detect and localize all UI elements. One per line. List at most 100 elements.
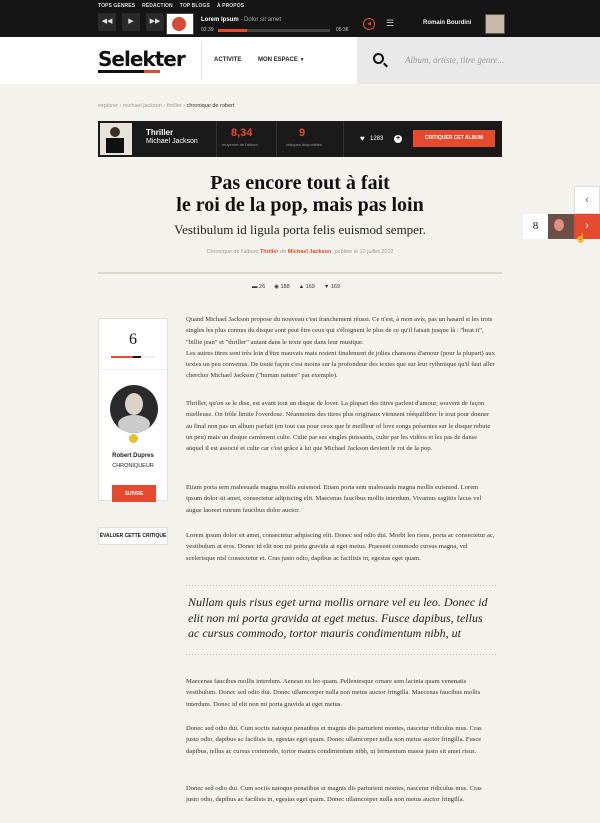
paragraph-3: Etiam porta sem malesuada magna mollis e… xyxy=(186,484,482,514)
next-icon[interactable]: ▶▶ xyxy=(146,13,164,31)
topnav-redaction[interactable]: RÉDACTION xyxy=(142,3,173,9)
list-icon[interactable]: ☰ xyxy=(386,18,394,29)
user-name[interactable]: Romain Bourdini xyxy=(423,20,471,26)
header-divider xyxy=(201,42,202,80)
topnav-top-blogs[interactable]: TOP BLOGS xyxy=(180,3,210,9)
album-bar-divider xyxy=(216,121,217,157)
article-title-line1: Pas encore tout à fait xyxy=(210,172,390,194)
article-stats: ▬ 26 ◉ 188 ▲ 169 ▼ 169 xyxy=(252,284,340,290)
album-bar-divider xyxy=(343,121,344,157)
reviewer-name[interactable]: Robert Dupres xyxy=(99,453,167,459)
heart-icon[interactable]: ♥ xyxy=(360,134,365,143)
paragraph-6: Donec sed odio dui. Cum sociis natoque p… xyxy=(186,725,482,755)
meta-de: de xyxy=(280,249,287,255)
next-critique-thumbnail[interactable] xyxy=(548,214,574,239)
dislikes-stat[interactable]: ▼ 169 xyxy=(324,284,340,290)
breadcrumb: explorer › michael jackson › thriller › … xyxy=(98,103,235,109)
topnav-a-propos[interactable]: À PROPOS xyxy=(217,3,244,9)
comments-count: 26 xyxy=(259,284,266,290)
search-icon[interactable] xyxy=(373,53,384,64)
album-average-label: moyenne de l'album xyxy=(222,142,258,147)
add-icon[interactable]: + xyxy=(394,135,402,143)
search-input[interactable] xyxy=(405,55,585,65)
paragraph-1a: Quand Michael Jackson propose du nouveau… xyxy=(186,316,493,346)
logo[interactable]: Selekter xyxy=(98,47,186,71)
views-count: 188 xyxy=(280,284,290,290)
hand-cursor-icon: ☝ xyxy=(575,233,587,243)
prev-icon[interactable]: ◀◀ xyxy=(98,13,116,31)
volume-icon[interactable]: ◀ xyxy=(363,18,375,30)
next-critique-score[interactable]: 8 xyxy=(523,214,548,239)
article-title: Pas encore tout à fait le roi de la pop,… xyxy=(0,172,600,216)
nav-activite[interactable]: ACTIVITE xyxy=(214,57,241,63)
album-title[interactable]: Thriller xyxy=(146,128,173,137)
thumbs-up-icon: ▲ xyxy=(298,284,305,290)
nav-mon-espace-label: MON ESPACE xyxy=(258,57,298,63)
eye-icon: ◉ xyxy=(274,284,279,290)
breadcrumb-explorer[interactable]: explorer xyxy=(98,103,118,109)
reviewer-avatar[interactable] xyxy=(110,385,158,433)
time-elapsed: 02:39 xyxy=(201,27,214,33)
breadcrumb-current: chronique de robert xyxy=(186,103,235,109)
paragraph-7: Donec sed odio dui. Cum sociis natoque p… xyxy=(186,785,482,804)
reviewer-role: CHRONIQUEUR xyxy=(112,463,154,469)
meta-prefix: Chronique de l'album xyxy=(206,249,259,255)
critiques-label: critiques disponibles xyxy=(286,142,323,147)
pull-quote: Nullam quis risus eget urna mollis ornar… xyxy=(188,595,488,640)
progress-fill xyxy=(218,29,248,32)
logo-underline-accent xyxy=(144,70,160,73)
time-total: 05:36 xyxy=(336,27,349,33)
topnav-tops-genres[interactable]: TOPS GENRES xyxy=(98,3,135,9)
album-artist[interactable]: Michael Jackson xyxy=(146,138,198,145)
breadcrumb-artist[interactable]: michael jackson xyxy=(123,103,162,109)
divider xyxy=(98,272,502,274)
follow-button[interactable]: SUIVRE xyxy=(112,485,156,502)
track-info: Lorem Ipsum - Dolor sit amet xyxy=(201,17,281,23)
paragraph-5: Maecenas faucibus mollis interdum. Aenea… xyxy=(186,678,481,708)
comments-stat[interactable]: ▬ 26 xyxy=(252,284,265,290)
paragraph-1b: Les autres titres sont très loin d'être … xyxy=(186,349,495,380)
critiques-count: 9 xyxy=(299,127,306,139)
reviewer-score: 6 xyxy=(129,331,137,348)
likes-count-article: 169 xyxy=(305,284,315,290)
logo-underline xyxy=(98,70,160,73)
chevron-down-icon: ▼ xyxy=(299,57,305,63)
track-subtitle: Dolor sit amet xyxy=(244,17,282,23)
progress-bar[interactable] xyxy=(218,29,330,32)
play-icon[interactable]: ▶ xyxy=(122,13,140,31)
article-meta: Chronique de l'album Thriller de Michael… xyxy=(0,249,600,255)
views-stat: ◉ 188 xyxy=(274,284,290,290)
track-title: Lorem Ipsum xyxy=(201,17,239,23)
medal-icon xyxy=(129,434,138,443)
album-bar: Thriller Michael Jackson 8,34 moyenne de… xyxy=(98,121,502,157)
meta-date: , publiée le 12 juillet 2012 xyxy=(331,249,394,255)
album-cover[interactable] xyxy=(100,123,132,155)
likes-stat[interactable]: ▲ 169 xyxy=(299,284,315,290)
critique-album-button[interactable]: CRITIQUER CET ALBUM xyxy=(413,130,495,147)
evaluate-critique-button[interactable]: ÉVALUER CETTE CRITIQUE xyxy=(98,527,168,545)
chevron-left-icon[interactable]: ‹ xyxy=(574,186,600,214)
reviewer-card: 6 Robert Dupres CHRONIQUEUR SUIVRE xyxy=(98,318,168,502)
card-divider xyxy=(99,369,167,370)
album-bar-divider xyxy=(276,121,277,157)
article-subtitle: Vestibulum id ligula porta felis euismod… xyxy=(174,222,426,237)
paragraph-1: Quand Michael Jackson propose du nouveau… xyxy=(186,314,496,382)
breadcrumb-album[interactable]: thriller xyxy=(167,103,182,109)
quote-rule-bottom xyxy=(186,654,496,655)
meta-artist-link[interactable]: Michael Jackson xyxy=(288,249,332,255)
track-thumbnail xyxy=(166,13,194,35)
comment-icon: ▬ xyxy=(252,284,258,290)
score-bar xyxy=(111,356,155,358)
meta-album-link[interactable]: Thriller xyxy=(260,249,279,255)
likes-count: 1283 xyxy=(370,136,384,142)
paragraph-4: Lorem ipsum dolor sit amet, consectetur … xyxy=(186,532,495,562)
user-avatar[interactable] xyxy=(485,14,505,34)
top-nav: TOPS GENRES RÉDACTION TOP BLOGS À PROPOS xyxy=(98,3,244,9)
thumbs-down-icon: ▼ xyxy=(323,284,330,290)
score-marker xyxy=(133,356,141,358)
quote-rule-top xyxy=(186,585,496,586)
top-bar: TOPS GENRES RÉDACTION TOP BLOGS À PROPOS… xyxy=(0,0,600,37)
nav-mon-espace[interactable]: MON ESPACE ▼ xyxy=(258,57,305,63)
paragraph-2: Thriller, qu'on se le dise, est avant to… xyxy=(186,400,491,453)
dislikes-count: 169 xyxy=(330,284,341,290)
